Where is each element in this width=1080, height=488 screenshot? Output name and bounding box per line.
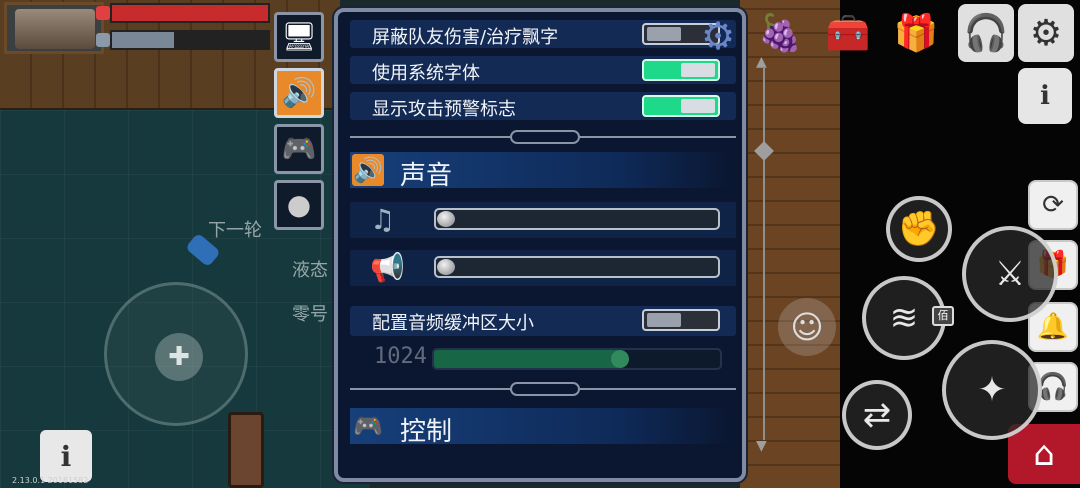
section-divider [350, 382, 736, 396]
ball-icon: ● [286, 188, 312, 221]
home-button[interactable]: ⌂ [1008, 424, 1080, 484]
world-text-next-round: 下一轮 [208, 220, 262, 241]
tab-display[interactable]: 🖥 [274, 12, 324, 62]
slider-thumb[interactable] [437, 211, 455, 227]
shield-icon [96, 33, 110, 47]
smiley-icon: ☺ [790, 308, 824, 346]
toggle-label: 显示攻击预警标志 [372, 99, 516, 120]
emote-button[interactable]: ☺ [778, 298, 836, 356]
toggle-knob [647, 313, 681, 327]
toggle-knob [681, 63, 715, 77]
info-book-button[interactable]: ℹ [40, 430, 92, 482]
bell-icon: 🔔 [1036, 312, 1070, 342]
divider-ornament [510, 130, 580, 144]
home-icon: ⌂ [1033, 434, 1055, 474]
gear-icon[interactable]: ⚙ [1018, 4, 1074, 62]
player-portrait[interactable] [4, 2, 104, 54]
world-text-liquid: 液态 [292, 260, 328, 281]
treasure-chest-icon[interactable]: 🧰 [820, 4, 876, 62]
health-bar [96, 3, 270, 23]
dpad-icon: ✚ [168, 342, 190, 372]
sfx-volume-row: 📢 [350, 250, 736, 286]
refresh-chest-button[interactable]: ⟳ [1028, 180, 1078, 230]
attack-warning-toggle[interactable] [642, 95, 720, 117]
buffer-fill [434, 350, 620, 368]
weapon-badge: 佰 [932, 306, 954, 326]
speaker-icon: 🔊 [352, 154, 384, 186]
buffer-size-value: 1024 [374, 344, 427, 369]
armor-bar [96, 30, 270, 50]
heart-icon [96, 6, 110, 20]
music-note-icon: ♫ [370, 203, 396, 236]
skill-button[interactable]: ✊ [886, 196, 952, 262]
toggle-label: 使用系统字体 [372, 63, 480, 84]
fist-icon: ✊ [897, 209, 941, 249]
gift-cart-icon[interactable]: 🎁 [888, 4, 944, 62]
dungeon-wall-right [740, 0, 840, 488]
crosshair-icon: ✦ [977, 370, 1007, 410]
toggle-knob [681, 99, 715, 113]
health-fill [112, 5, 268, 21]
tab-other[interactable]: ● [274, 180, 324, 230]
speaker-icon: 🔊 [281, 76, 317, 109]
dash-icon: ≋ [889, 298, 919, 338]
sfx-volume-slider[interactable] [434, 256, 720, 278]
buffer-label: 配置音频缓冲区大小 [372, 313, 534, 334]
player-face [15, 9, 95, 49]
megaphone-icon: 📢 [370, 251, 405, 284]
settings-gear-button[interactable]: ⚙ [696, 14, 740, 58]
buffer-toggle-row: 配置音频缓冲区大小 [350, 306, 736, 336]
monitor-icon: 🖥 [281, 20, 317, 53]
scroll-down-icon[interactable]: ▼ [756, 438, 767, 454]
swap-icon: ⇄ [862, 395, 892, 435]
section-title: 控制 [400, 417, 453, 447]
support-agent-icon[interactable]: 🎧 [958, 4, 1014, 62]
gear-icon: ⚙ [700, 14, 736, 58]
info-book-icon: ℹ [60, 439, 72, 473]
toggle-row-hide-ally-numbers: 屏蔽队友伤害/治疗飘字 [350, 20, 736, 48]
section-divider [350, 130, 736, 144]
sound-section-header: 🔊 声音 [350, 152, 736, 191]
toggle-row-system-font: 使用系统字体 [350, 56, 736, 84]
joystick-knob[interactable]: ✚ [155, 333, 203, 381]
attack-button[interactable]: ⚔ [962, 226, 1058, 322]
info-book-icon[interactable]: ℹ [1018, 68, 1072, 124]
gamepad-icon: 🎮 [353, 412, 383, 440]
tab-sound[interactable]: 🔊 [274, 68, 324, 118]
buffer-size-slider [432, 348, 722, 370]
toggle-row-attack-warning: 显示攻击预警标志 [350, 92, 736, 120]
settings-panel: 屏蔽队友伤害/治疗飘字 使用系统字体 显示攻击预警标志 🔊 声音 ♫ 📢 配置音… [334, 8, 746, 482]
tab-control[interactable]: 🎮 [274, 124, 324, 174]
armor-fill [112, 32, 175, 48]
movement-joystick[interactable]: ✚ [104, 282, 248, 426]
aim-button[interactable]: ✦ [942, 340, 1042, 440]
swap-weapon-button[interactable]: ⇄ [842, 380, 912, 450]
toggle-knob [647, 27, 681, 41]
wooden-post [228, 412, 264, 488]
toggle-label: 屏蔽队友伤害/治疗飘字 [372, 27, 559, 48]
gamepad-icon: 🎮 [281, 132, 317, 165]
section-title: 声音 [400, 161, 453, 191]
slider-thumb[interactable] [437, 259, 455, 275]
divider-ornament [510, 382, 580, 396]
music-volume-slider[interactable] [434, 208, 720, 230]
control-section-header: 🎮 控制 [350, 408, 736, 447]
slider-thumb [610, 350, 629, 368]
world-text-zero: 零号 [292, 304, 328, 325]
music-volume-row: ♫ [350, 202, 736, 238]
version-text: 2.13.0.1 20181582 [12, 476, 89, 485]
buffer-toggle[interactable] [642, 309, 720, 331]
sword-icon: ⚔ [994, 254, 1026, 294]
cornucopia-icon[interactable]: 🍇 [752, 4, 808, 62]
refresh-icon: ⟳ [1042, 190, 1064, 220]
system-font-toggle[interactable] [642, 59, 720, 81]
scroll-track[interactable] [763, 68, 765, 440]
